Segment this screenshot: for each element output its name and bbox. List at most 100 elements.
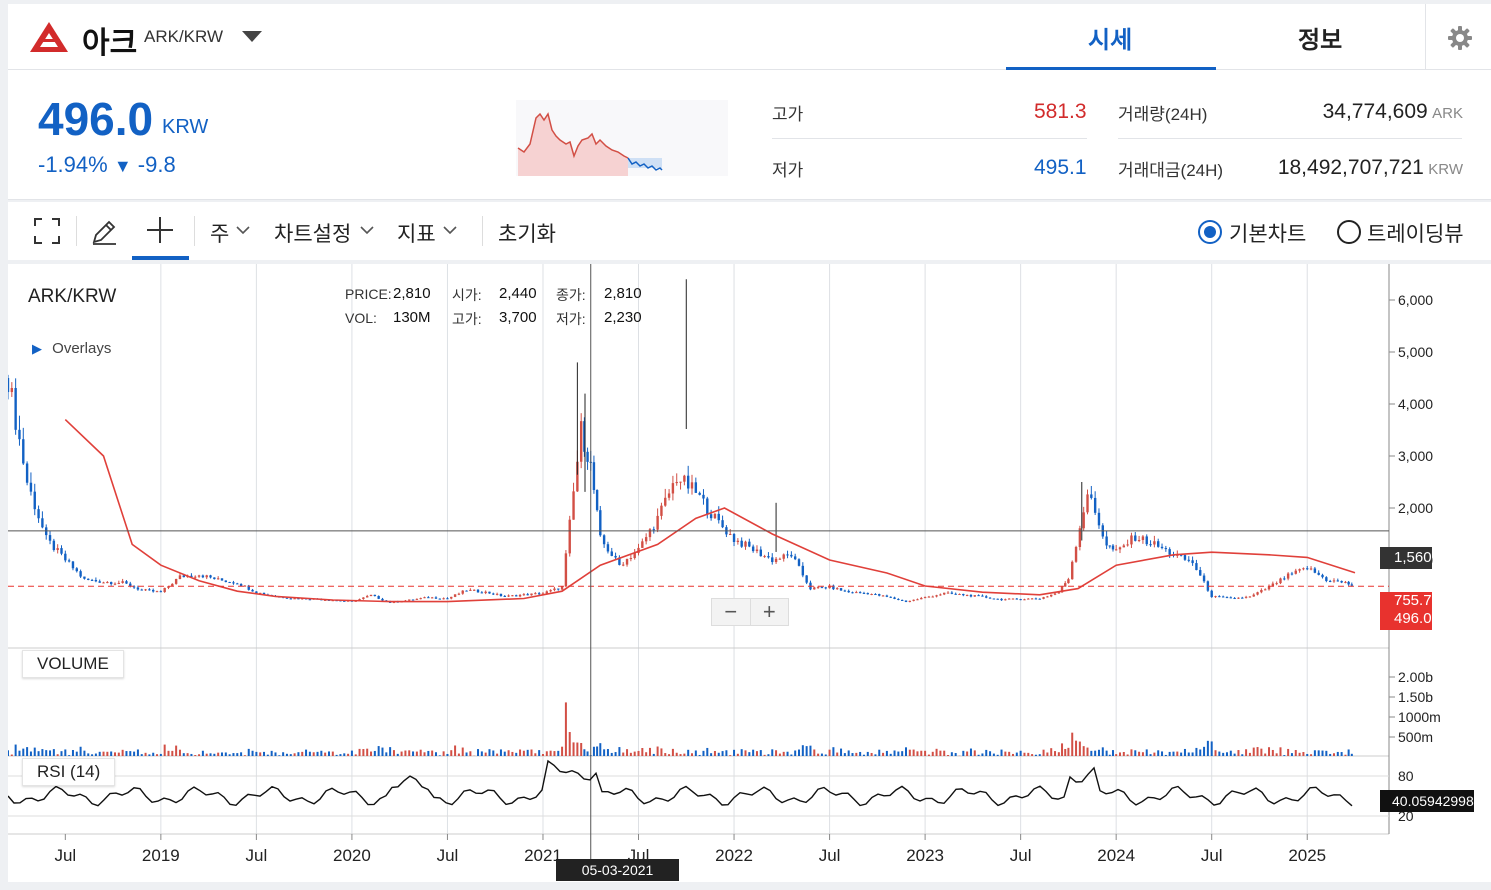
candle-body: [683, 475, 686, 482]
trading-view-radio[interactable]: [1337, 220, 1361, 244]
volume-bar: [1138, 751, 1141, 756]
low-label: 저가: [772, 161, 804, 180]
gear-icon[interactable]: [1446, 24, 1474, 52]
indicators-menu[interactable]: 지표: [397, 218, 436, 248]
candle-body: [1275, 583, 1278, 585]
volume-bar: [37, 751, 40, 756]
candle-body: [25, 463, 29, 483]
volume-bar: [1075, 740, 1078, 756]
candle-body: [1248, 596, 1252, 598]
volume-bar: [113, 752, 116, 756]
volume-bar: [553, 751, 556, 756]
volume-bar: [522, 750, 525, 756]
volume-bar: [251, 750, 254, 756]
candle-body: [152, 589, 155, 592]
volume-bar: [1183, 748, 1186, 756]
volume-bar: [1023, 752, 1026, 756]
volume-bar: [339, 754, 342, 756]
trading-view-label[interactable]: 트레이딩뷰: [1367, 218, 1464, 248]
candle-body: [985, 596, 988, 598]
volume-bar: [159, 753, 162, 756]
volume-bar: [396, 753, 399, 756]
volume-bar: [217, 752, 220, 756]
volume-bar: [1310, 754, 1313, 756]
candle-body: [977, 595, 980, 597]
candle-body: [748, 541, 751, 547]
volume-bar: [992, 753, 995, 756]
x-tick-label: Jul: [1201, 846, 1223, 865]
zoom-out-button[interactable]: −: [712, 599, 751, 625]
candle-body: [522, 594, 526, 596]
volume-bar: [683, 753, 686, 756]
candle-body: [1145, 536, 1148, 545]
candle-body: [908, 600, 912, 602]
amount-24h-label: 거래대금(24H): [1118, 161, 1224, 180]
candle-body: [1007, 598, 1011, 600]
chart-canvas[interactable]: 1,0002,0003,0004,0005,0006,0002.00b1.50b…: [8, 264, 1491, 882]
basic-chart-radio[interactable]: [1198, 220, 1222, 244]
volume-bar: [687, 749, 690, 756]
volume-bar: [740, 749, 743, 756]
header-bar: 아크 ARK/KRW 시세 정보: [8, 4, 1491, 71]
candle-body: [851, 592, 854, 594]
candle-body: [931, 596, 934, 598]
candle-body: [109, 582, 113, 585]
candle-body: [1160, 546, 1164, 549]
candle-body: [839, 588, 843, 591]
candle-body: [1137, 539, 1141, 541]
candle-body: [174, 579, 178, 584]
candle-body: [1090, 494, 1093, 498]
crosshair-tool[interactable]: [132, 202, 189, 260]
candle-body: [1168, 549, 1171, 555]
candle-body: [1130, 535, 1133, 545]
volume-bar: [1145, 749, 1148, 756]
candle-body: [878, 594, 881, 596]
volume-bar: [129, 751, 132, 756]
price-chart-panel[interactable]: 1,0002,0003,0004,0005,0006,0002.00b1.50b…: [8, 264, 1491, 882]
crosshair-icon: [147, 217, 173, 243]
x-tick-label: Jul: [819, 846, 841, 865]
chart-settings-menu[interactable]: 차트설정: [274, 218, 351, 248]
volume-bar: [1237, 750, 1240, 756]
volume-bar: [308, 751, 311, 756]
period-select[interactable]: 주: [210, 218, 229, 248]
candle-body: [606, 544, 610, 552]
candle-body: [897, 598, 900, 600]
volume-bar: [29, 751, 32, 756]
ohlc-high-label: 고가:: [452, 311, 482, 327]
reset-button[interactable]: 초기화: [498, 218, 556, 248]
pencil-icon[interactable]: [90, 218, 118, 246]
candle-body: [136, 587, 140, 590]
volume-bar: [1108, 754, 1111, 756]
volume-bar: [270, 750, 273, 756]
volume-bar: [1042, 749, 1045, 756]
volume-bar: [64, 749, 67, 756]
ohlc-price-label: PRICE:: [345, 286, 392, 302]
candle-body: [706, 498, 709, 515]
overlays-toggle[interactable]: ▶ Overlays: [32, 340, 111, 357]
tab-market[interactable]: 시세: [1088, 20, 1132, 55]
candle-body: [1191, 560, 1194, 564]
volume-bar: [1302, 752, 1305, 756]
ohlc-open-label: 시가:: [452, 287, 482, 303]
candle-body: [1313, 568, 1317, 573]
candle-body: [1108, 545, 1112, 547]
candle-body: [209, 575, 212, 578]
volume-tick-label: 1000m: [1398, 709, 1441, 725]
candle-body: [1233, 598, 1236, 600]
volume-bar: [1071, 732, 1074, 756]
candle-body: [106, 582, 109, 584]
volume-bar: [324, 752, 327, 756]
candle-body: [1118, 547, 1122, 550]
candle-body: [679, 481, 682, 483]
zoom-in-button[interactable]: +: [751, 599, 789, 625]
play-triangle-icon: ▶: [32, 341, 42, 356]
coin-select-dropdown-icon[interactable]: [242, 31, 262, 42]
candle-body: [1350, 584, 1354, 586]
volume-bar: [1260, 748, 1263, 756]
candle-body: [709, 514, 713, 519]
candle-body: [1034, 598, 1038, 600]
tab-info[interactable]: 정보: [1298, 20, 1342, 55]
basic-chart-label[interactable]: 기본차트: [1229, 218, 1306, 248]
fullscreen-icon[interactable]: [34, 218, 60, 244]
